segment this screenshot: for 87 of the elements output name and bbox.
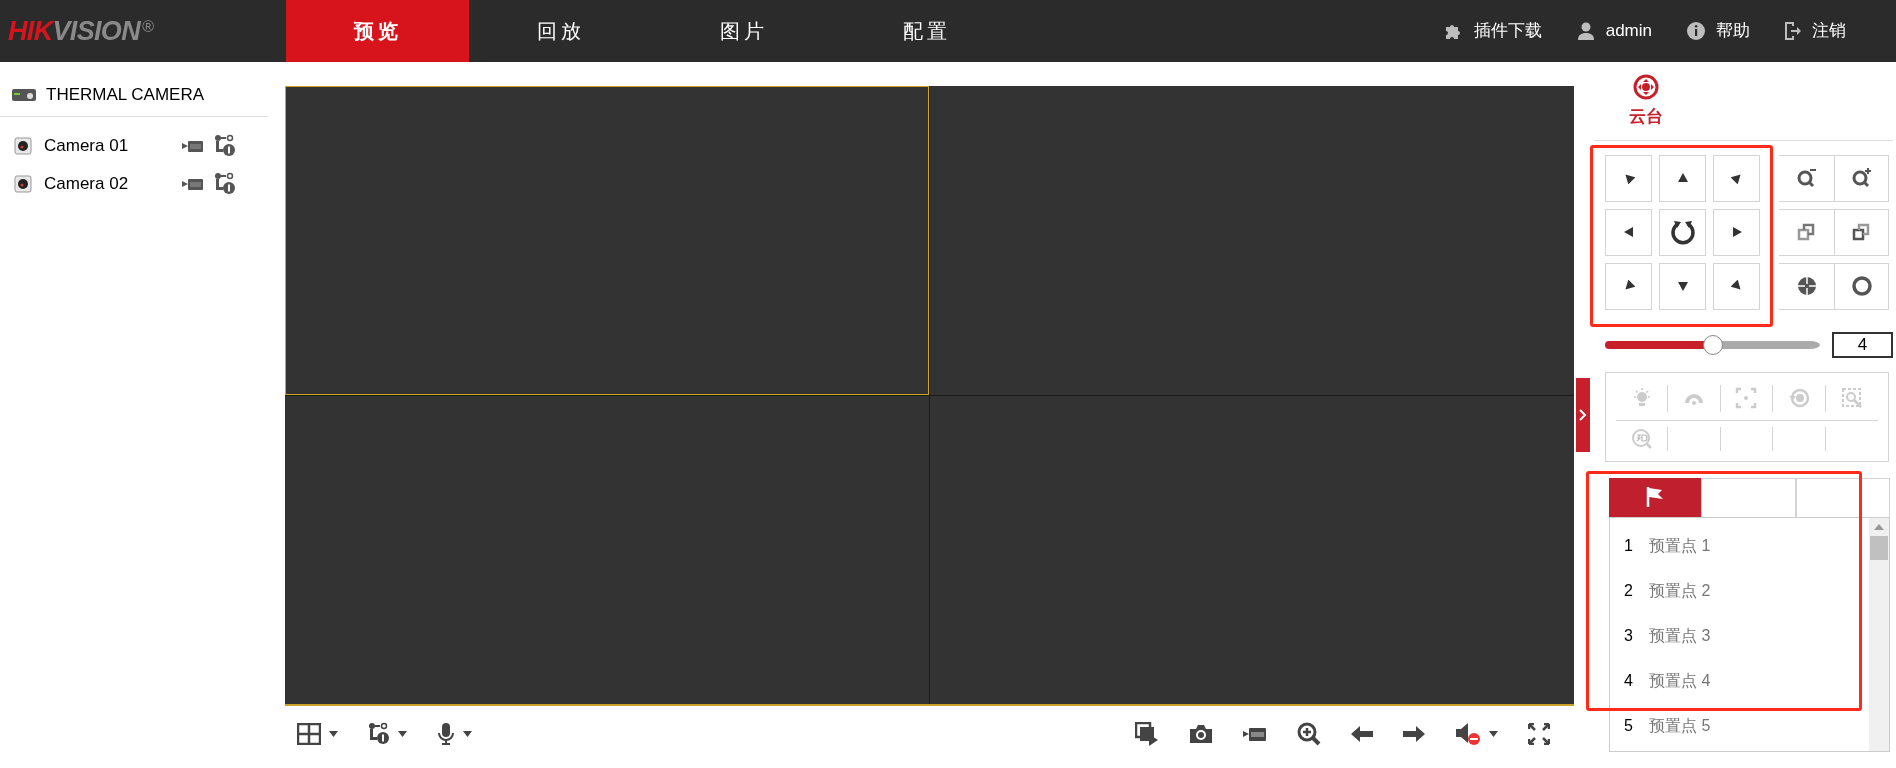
scrollbar[interactable] [1869,517,1889,751]
video-camera-icon[interactable] [182,138,204,154]
ptz-icon [1633,74,1659,100]
caret-icon[interactable] [329,731,338,737]
user-icon [1575,21,1596,41]
info-icon [1686,21,1706,41]
focus-frame-icon [1735,387,1758,409]
brand-logo: HIKVISION$^{®}$ [8,14,155,48]
preset-row[interactable]: 5 预置点 5 [1610,703,1869,749]
preset-tab[interactable] [1609,477,1702,517]
reset-icon [1787,387,1810,409]
camera-icon [14,175,32,193]
speed-value-field[interactable]: 4 [1832,331,1893,358]
preset-row[interactable]: 1 预置点 1 [1610,523,1869,569]
video-camera-icon[interactable] [182,176,204,192]
ptz-lens-button[interactable] [1834,154,1889,202]
zoom-in-icon [1297,722,1321,746]
ptz-lens-button[interactable] [1779,262,1834,310]
preset-tab[interactable] [1795,477,1890,517]
toolbar-button[interactable] [1403,725,1425,743]
microphone-icon [437,722,455,746]
preset-row[interactable]: 2 预置点 2 [1610,568,1869,614]
zoom-out-icon [1795,167,1818,189]
toolbar-button[interactable] [1189,724,1213,744]
toolbar-button[interactable] [1528,723,1550,745]
stream-select-icon[interactable] [214,172,236,196]
triangle-icon [1622,280,1635,292]
scrollbar-thumb[interactable] [1870,535,1888,560]
top-action-button[interactable]: 注销 [1784,18,1846,44]
camera-tree-item[interactable]: Camera 02 [14,171,182,197]
toolbar-button[interactable] [1243,725,1267,743]
triangle-icon [1730,226,1743,238]
top-action-button[interactable]: 帮助 [1686,18,1750,44]
snapshot-icon [1189,724,1213,744]
stream-select-icon[interactable] [214,134,236,158]
triangle-icon [1676,172,1689,184]
nav-tab[interactable]: 图片 [652,0,835,62]
nav-tab[interactable]: 配置 [835,0,1018,62]
device-tree-item[interactable]: THERMAL CAMERA [0,82,270,108]
top-action-button[interactable]: admin [1575,18,1652,44]
chevron-right-icon [1579,409,1587,421]
top-action-button[interactable]: 插件下载 [1443,18,1542,44]
camera-icon [14,137,32,155]
toolbar-button[interactable] [368,722,407,746]
toolbar-button[interactable] [1351,725,1373,743]
zoom-in-icon [1850,167,1873,189]
ptz-lens-button[interactable] [1834,262,1889,310]
ptz-lens-button[interactable] [1779,208,1834,256]
caret-icon[interactable] [1489,731,1498,737]
speaker-muted-icon [1455,722,1481,746]
rotate-icon [1669,219,1696,245]
triangle-icon [1622,172,1635,184]
preset-row[interactable]: 4 预置点 4 [1610,658,1869,704]
slider-thumb[interactable] [1702,334,1723,355]
arrow-left-icon [1351,725,1373,743]
toolbar-button[interactable] [1135,722,1159,746]
nav-tab[interactable]: 预览 [286,0,469,62]
camera-tree-item[interactable]: Camera 01 [14,133,182,159]
collapse-handle[interactable] [1576,378,1590,452]
nav-tab[interactable]: 回放 [469,0,652,62]
ptz-lens-button[interactable] [1779,154,1834,202]
zoom-3d-icon [1630,427,1653,450]
triangle-icon [1730,172,1743,184]
arrow-right-icon [1403,725,1425,743]
stream-select-icon [368,722,390,746]
region-focus-icon [1840,387,1863,409]
ptz-tab[interactable]: 云台 [1594,74,1698,130]
recorder-icon [12,88,36,102]
logout-icon [1784,21,1802,41]
aperture-icon [1795,275,1818,297]
preset-row[interactable]: 3 预置点 3 [1610,613,1869,659]
triangle-icon [1622,226,1635,238]
fullscreen-icon [1528,723,1550,745]
toolbar-button[interactable] [297,723,338,745]
caret-icon[interactable] [463,731,472,737]
triangle-icon [1676,280,1689,292]
aperture-icon [1850,275,1873,297]
toolbar-button[interactable] [437,722,472,746]
triangle-icon [1730,280,1743,292]
layout-grid-icon [297,723,321,745]
video-camera-icon [1243,725,1267,743]
toolbar-button[interactable] [1297,722,1321,746]
multi-window-play-icon [1135,722,1159,746]
caret-icon[interactable] [398,731,407,737]
toolbar-button[interactable] [1455,722,1498,746]
ptz-direction-button[interactable] [1659,208,1706,256]
ptz-lens-button[interactable] [1834,208,1889,256]
